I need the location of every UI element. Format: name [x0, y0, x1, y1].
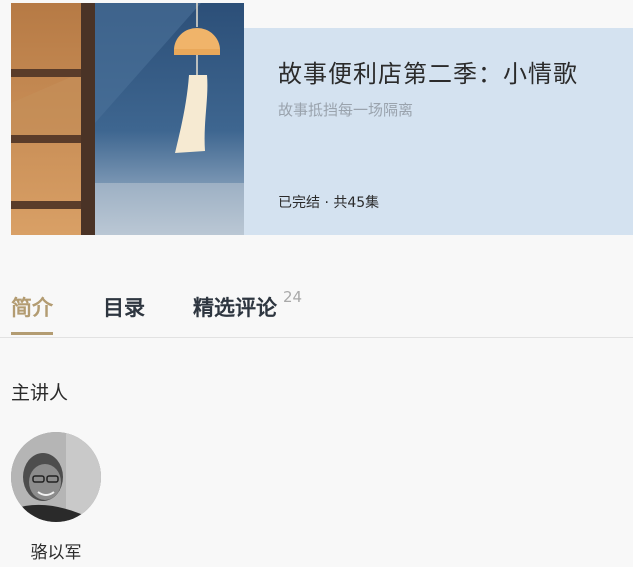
album-title: 故事便利店第二季：小情歌	[278, 60, 578, 88]
tab-comments-label: 精选评论	[193, 296, 277, 320]
avatar[interactable]	[11, 432, 101, 522]
presenter-card[interactable]: 骆以军	[11, 432, 101, 563]
presenter-photo	[11, 432, 101, 522]
album-info-panel: 故事便利店第二季：小情歌 故事抵挡每一场隔离 已完结 · 共45集	[244, 28, 633, 235]
tab-catalog[interactable]: 目录	[103, 292, 145, 332]
tab-intro-label: 简介	[11, 296, 53, 320]
album-status: 已完结 · 共45集	[278, 195, 380, 211]
album-subtitle: 故事抵挡每一场隔离	[278, 101, 414, 119]
presenter-name[interactable]: 骆以军	[11, 538, 101, 563]
album-cover[interactable]	[11, 3, 244, 235]
presenters-heading: 主讲人	[11, 382, 69, 404]
album-detail-page: 故事便利店第二季：小情歌 故事抵挡每一场隔离 已完结 · 共45集 简介 目录 …	[0, 0, 633, 567]
tab-bar: 简介 目录 精选评论 24	[0, 288, 633, 338]
tab-intro[interactable]: 简介	[11, 292, 53, 335]
tab-comments[interactable]: 精选评论 24	[193, 288, 302, 332]
tab-catalog-label: 目录	[103, 296, 145, 320]
comments-count-badge: 24	[283, 288, 303, 306]
cover-illustration	[11, 3, 244, 235]
